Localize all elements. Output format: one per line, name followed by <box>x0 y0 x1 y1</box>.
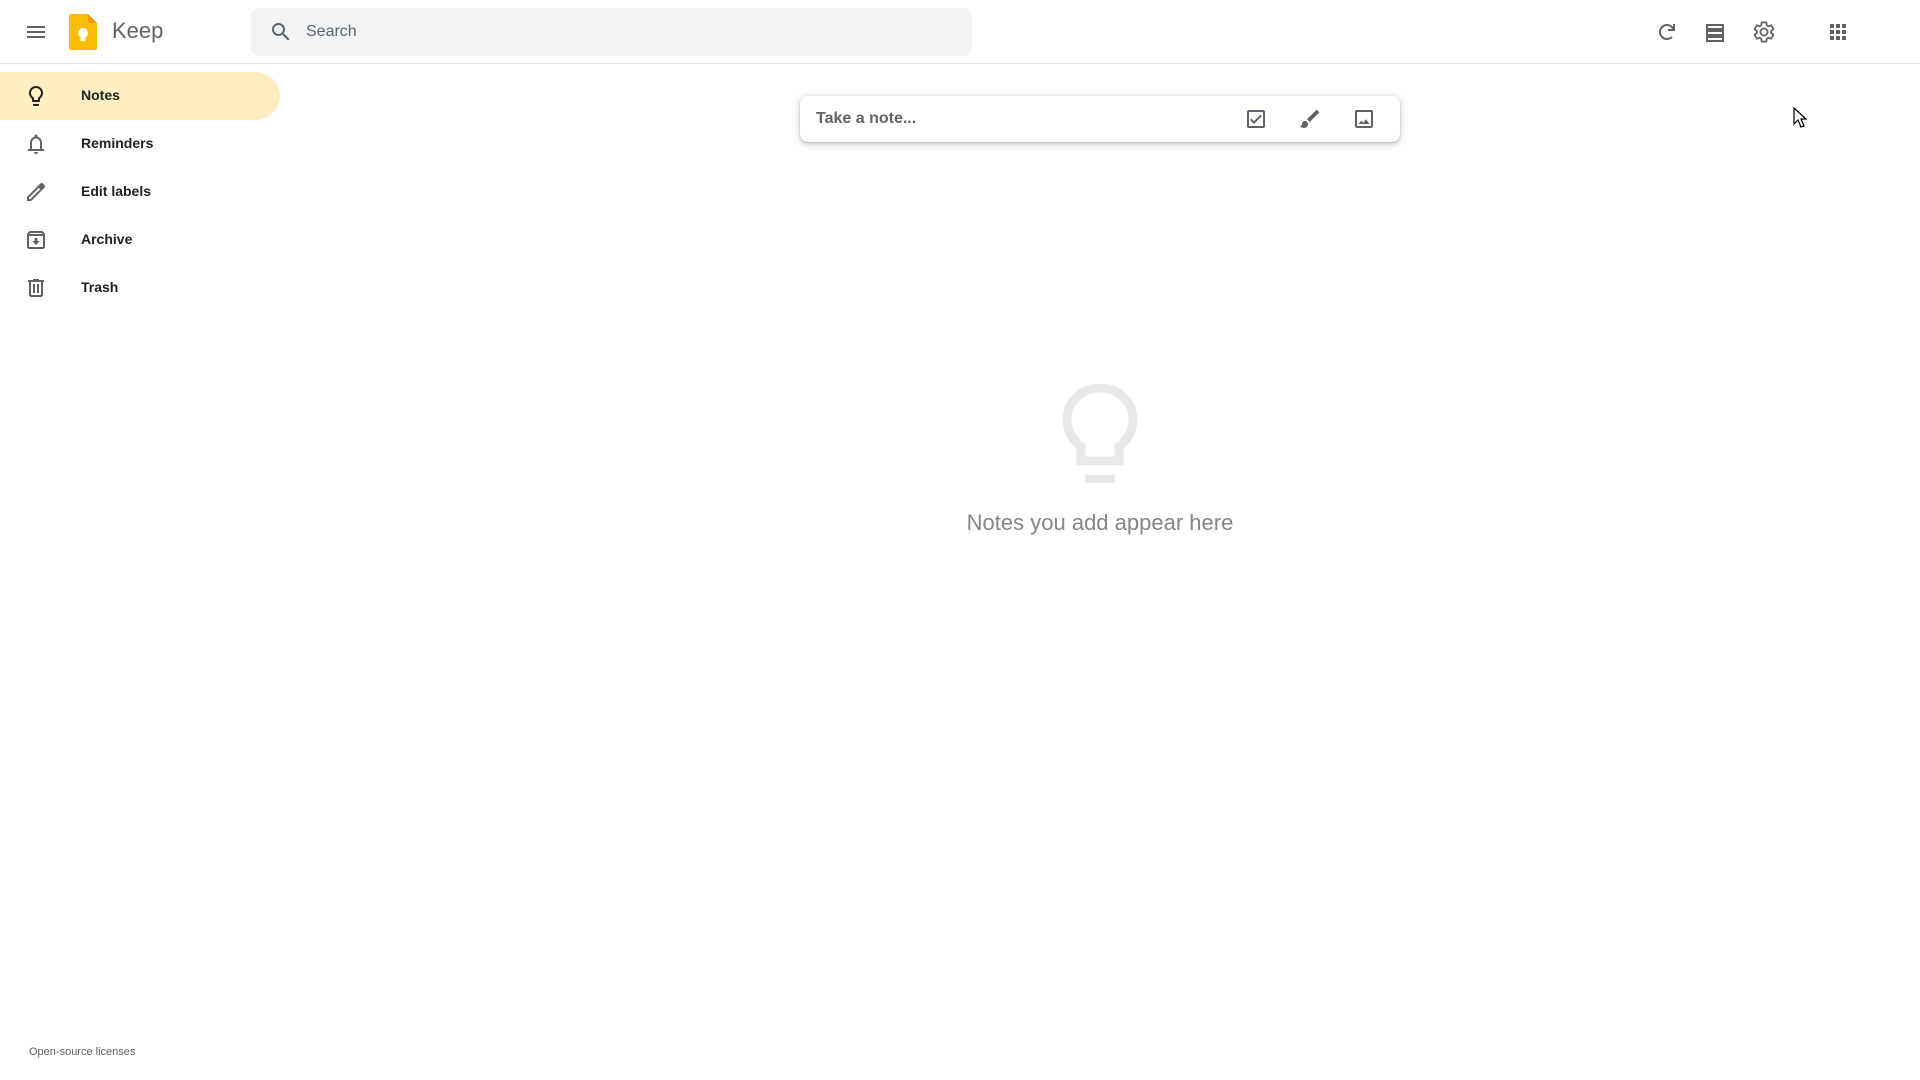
keep-logo-icon[interactable] <box>69 14 97 50</box>
search-input[interactable] <box>306 8 956 56</box>
sidebar-item-label: Reminders <box>81 135 154 151</box>
trash-icon <box>24 276 48 300</box>
pencil-icon <box>24 180 48 204</box>
mouse-cursor-icon <box>1793 107 1807 128</box>
sidebar: Notes Reminders Edit labels Archive Tras… <box>0 72 280 312</box>
sidebar-item-reminders[interactable]: Reminders <box>0 120 280 168</box>
sidebar-item-trash[interactable]: Trash <box>0 264 280 312</box>
sidebar-item-label: Archive <box>81 231 133 247</box>
brush-icon <box>1300 109 1320 128</box>
search-bar[interactable] <box>251 8 972 56</box>
checkbox-icon <box>1247 110 1265 128</box>
empty-state: Notes you add appear here <box>900 384 1300 536</box>
settings-icon <box>1753 21 1775 43</box>
sidebar-item-edit-labels[interactable]: Edit labels <box>0 168 280 216</box>
archive-icon <box>24 228 48 252</box>
sidebar-item-label: Notes <box>81 87 120 103</box>
take-note-input[interactable]: Take a note... <box>816 110 916 128</box>
empty-state-message: Notes you add appear here <box>966 510 1234 535</box>
new-image-button[interactable] <box>1344 99 1384 139</box>
lightbulb-icon <box>1062 384 1138 483</box>
new-drawing-button[interactable] <box>1290 99 1330 139</box>
refresh-icon <box>1659 24 1675 40</box>
sidebar-item-label: Edit labels <box>81 183 152 199</box>
refresh-button[interactable] <box>1643 8 1691 56</box>
bell-icon <box>24 132 48 156</box>
main-menu-button[interactable] <box>12 8 60 56</box>
search-button[interactable] <box>257 8 305 56</box>
sidebar-item-archive[interactable]: Archive <box>0 216 280 264</box>
apps-button[interactable] <box>1814 8 1862 56</box>
new-list-button[interactable] <box>1236 99 1276 139</box>
list-view-icon <box>1706 24 1724 42</box>
menu-icon <box>27 26 45 38</box>
sidebar-item-notes[interactable]: Notes <box>0 72 280 120</box>
take-note-composer[interactable]: Take a note... <box>800 96 1400 142</box>
image-icon <box>1355 110 1373 128</box>
app-title[interactable]: Keep <box>112 18 163 44</box>
lightbulb-icon <box>24 84 48 108</box>
list-view-button[interactable] <box>1691 8 1739 56</box>
settings-button[interactable] <box>1740 8 1788 56</box>
top-bar: Keep <box>0 0 1920 64</box>
open-source-licenses-link[interactable]: Open-source licenses <box>29 1046 135 1058</box>
search-icon <box>272 23 290 41</box>
sidebar-item-label: Trash <box>81 279 119 295</box>
apps-grid-icon <box>1830 24 1846 40</box>
